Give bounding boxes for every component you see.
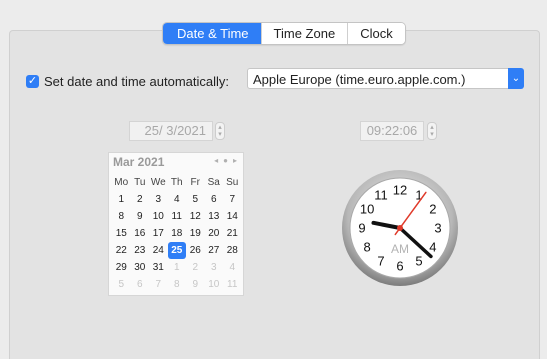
weekday-label: Fr — [190, 177, 200, 188]
clock-number: 4 — [429, 240, 436, 255]
calendar-day[interactable]: 19 — [186, 225, 205, 242]
clock-number: 3 — [434, 221, 441, 236]
clock-number: 6 — [396, 259, 403, 274]
chevron-down-icon[interactable]: ⌄ — [508, 68, 524, 89]
clock-number: 1 — [415, 188, 422, 203]
weekday-label: Su — [226, 177, 239, 188]
today-dot-icon: ● — [223, 156, 228, 165]
calendar-week-row: 1234567 — [112, 191, 242, 208]
tab-bar: Date & Time Time Zone Clock — [162, 22, 406, 45]
auto-time-row: ✓ Set date and time automatically: — [26, 70, 229, 92]
calendar-day-other-month[interactable]: 10 — [205, 276, 224, 293]
tab-time-zone[interactable]: Time Zone — [260, 23, 348, 44]
calendar-day[interactable]: 3 — [149, 191, 168, 208]
tab-clock[interactable]: Clock — [347, 23, 405, 44]
calendar-weekday-row: Mo Tu We Th Fr Sa Su — [112, 174, 242, 191]
calendar-day[interactable]: 20 — [205, 225, 224, 242]
analog-clock: 12 12 3 45678 9 1011 AM — [342, 170, 458, 286]
calendar-day[interactable]: 31 — [149, 259, 168, 276]
calendar-day[interactable]: 26 — [186, 242, 205, 259]
calendar-month-label: Mar 2021 — [113, 155, 165, 169]
calendar-day[interactable]: 28 — [223, 242, 242, 259]
calendar-day[interactable]: 8 — [112, 208, 131, 225]
date-stepper: ▴ ▾ — [215, 122, 225, 140]
calendar-day[interactable]: 1 — [112, 191, 131, 208]
calendar-day[interactable]: 7 — [223, 191, 242, 208]
weekday-label: We — [150, 177, 166, 188]
calendar-day[interactable]: 29 — [112, 259, 131, 276]
calendar-day[interactable]: 2 — [131, 191, 150, 208]
auto-time-checkbox[interactable]: ✓ — [26, 74, 39, 88]
next-month-icon: ▸ — [232, 156, 237, 165]
calendar-day-other-month[interactable]: 2 — [186, 259, 205, 276]
calendar-day[interactable]: 9 — [131, 208, 150, 225]
calendar-day[interactable]: 13 — [205, 208, 224, 225]
clock-ampm: AM — [391, 242, 409, 256]
calendar-day-other-month[interactable]: 11 — [223, 276, 242, 293]
weekday-label: Sa — [207, 177, 220, 188]
clock-center-pin — [397, 225, 403, 231]
calendar-day[interactable]: 6 — [205, 191, 224, 208]
calendar-day[interactable]: 11 — [168, 208, 187, 225]
time-stepper: ▴ ▾ — [427, 122, 437, 140]
clock-number: 11 — [374, 188, 388, 203]
clock-number: 5 — [415, 253, 422, 268]
tab-date-time[interactable]: Date & Time — [163, 23, 261, 44]
clock-number: 10 — [360, 202, 374, 217]
prev-month-icon: ◂ — [214, 156, 219, 165]
calendar-day[interactable]: 23 — [131, 242, 150, 259]
calendar: Mar 2021 ◂ ● ▸ Mo Tu We Th Fr Sa Su 1 2 3 4 5 6 7 8 9 10… — [108, 152, 244, 296]
time-field: 09:22:06 — [360, 121, 424, 141]
calendar-nav: ◂ ● ▸ — [214, 156, 237, 165]
calendar-day[interactable]: 27 — [205, 242, 224, 259]
calendar-day-selected[interactable]: 25 — [167, 242, 186, 259]
calendar-day-other-month[interactable]: 7 — [149, 276, 168, 293]
calendar-day-other-month[interactable]: 4 — [223, 259, 242, 276]
calendar-day-other-month[interactable]: 9 — [186, 276, 205, 293]
weekday-label: Mo — [114, 177, 129, 188]
calendar-day-other-month[interactable]: 3 — [205, 259, 224, 276]
calendar-week-row: 15 16 17 18 19 20 21 — [112, 225, 242, 242]
calendar-day[interactable]: 21 — [223, 225, 242, 242]
calendar-week-row: 22 23 24 25 26 27 28 — [112, 242, 242, 259]
calendar-day-other-month[interactable]: 5 — [112, 276, 131, 293]
clock-number: 9 — [358, 221, 365, 236]
calendar-week-row: 5 6 7 8 9 10 11 — [112, 276, 242, 293]
clock-number: 2 — [429, 202, 436, 217]
calendar-day[interactable]: 24 — [149, 242, 168, 259]
calendar-day[interactable]: 30 — [131, 259, 150, 276]
clock-number: 12 — [393, 183, 407, 198]
weekday-label: Tu — [134, 177, 146, 188]
calendar-week-row: 29 30 31 1 2 3 4 — [112, 259, 242, 276]
calendar-day[interactable]: 17 — [149, 225, 168, 242]
calendar-week-row: 8 9 10 11 12 13 14 — [112, 208, 242, 225]
calendar-day-other-month[interactable]: 1 — [168, 259, 187, 276]
calendar-day[interactable]: 22 — [112, 242, 131, 259]
time-server-field[interactable]: Apple Europe (time.euro.apple.com.) — [247, 68, 513, 89]
calendar-day[interactable]: 16 — [131, 225, 150, 242]
clock-number: 7 — [377, 253, 384, 268]
weekday-label: Th — [170, 177, 183, 188]
calendar-day[interactable]: 12 — [186, 208, 205, 225]
calendar-day[interactable]: 5 — [186, 191, 205, 208]
auto-time-label: Set date and time automatically: — [44, 73, 229, 89]
clock-number: 8 — [363, 240, 370, 255]
calendar-day[interactable]: 10 — [149, 208, 168, 225]
calendar-day-other-month[interactable]: 6 — [131, 276, 150, 293]
calendar-day[interactable]: 14 — [223, 208, 242, 225]
calendar-day[interactable]: 15 — [112, 225, 131, 242]
calendar-grid: Mo Tu We Th Fr Sa Su 1 2 3 4 5 6 7 8 9 10 11 12 13 14 15 16 17 1… — [112, 174, 242, 293]
calendar-day[interactable]: 4 — [168, 191, 187, 208]
date-field: 25/ 3/2021 — [129, 121, 213, 141]
calendar-day[interactable]: 18 — [168, 225, 187, 242]
calendar-day-other-month[interactable]: 8 — [168, 276, 187, 293]
